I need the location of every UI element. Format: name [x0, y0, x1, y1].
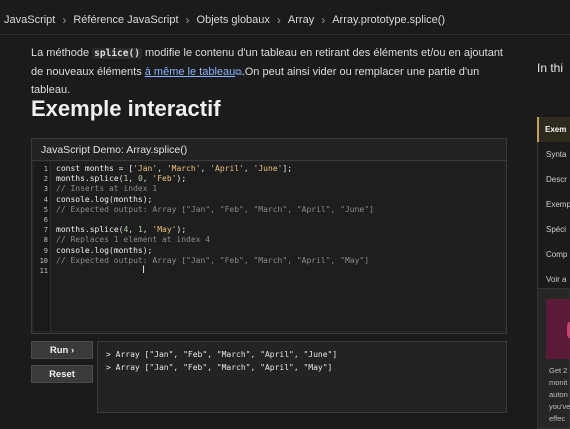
- chevron-right-icon: ›: [62, 13, 67, 27]
- text-cursor-icon: I: [142, 264, 146, 276]
- inline-link[interactable]: à même le tableau: [145, 66, 236, 78]
- code-line: const months = ['Jan', 'March', 'April',…: [56, 164, 293, 173]
- toc-item-syntax[interactable]: Synta: [538, 142, 570, 167]
- sidebar-ad[interactable]: Get 2 monit auton you've effec: [537, 288, 570, 429]
- section-heading: Exemple interactif: [31, 96, 221, 121]
- reset-button[interactable]: Reset: [31, 365, 93, 383]
- inline-code: splice(): [92, 48, 142, 59]
- code-line: // Expected output: Array ["Jan", "Feb",…: [56, 255, 370, 265]
- line-number: 11: [39, 266, 48, 275]
- line-number: 7: [43, 226, 48, 235]
- toc-item-compatibility[interactable]: Comp: [538, 242, 570, 267]
- breadcrumb-link-javascript[interactable]: JavaScript: [4, 14, 55, 26]
- toc-title: In thi: [537, 61, 564, 75]
- intro-text: La méthode: [31, 47, 93, 59]
- breadcrumb-link-reference[interactable]: Référence JavaScript: [73, 14, 178, 26]
- ad-text: Get 2 monit auton you've effec: [549, 366, 570, 423]
- line-number: 9: [43, 246, 48, 255]
- toc-item-example[interactable]: Exem: [537, 117, 570, 142]
- table-of-contents: Exem Synta Descr Exemp Spéci Comp Voir a: [537, 117, 570, 292]
- line-number: 4: [43, 195, 48, 204]
- line-number-gutter: 1 2 3 4 5 6 7 8 9 10 11: [34, 162, 51, 331]
- code-content[interactable]: const months = ['Jan', 'March', 'April',…: [56, 164, 504, 276]
- code-line: months.splice(4, 1, 'May');: [56, 225, 187, 235]
- toc-item-description[interactable]: Descr: [538, 167, 570, 192]
- chevron-right-icon: ›: [321, 13, 326, 27]
- line-number: 8: [43, 236, 48, 245]
- code-editor[interactable]: 1 2 3 4 5 6 7 8 9 10 11 const months = ['Jan', 'Ma…: [34, 162, 504, 331]
- demo-title: JavaScript Demo: Array.splice(): [32, 139, 506, 161]
- chevron-right-icon: ›: [185, 13, 190, 27]
- code-line: // Expected output: Array ["Jan", "Feb",…: [56, 204, 374, 214]
- interactive-demo: JavaScript Demo: Array.splice() 1 23456 78…: [31, 138, 507, 334]
- code-line: // Replaces 1 element at index 4: [56, 235, 211, 245]
- line-number: 2: [43, 175, 48, 184]
- line-number: 10: [39, 256, 48, 265]
- header-divider: [0, 34, 570, 35]
- breadcrumb-link-global-objects[interactable]: Objets globaux: [197, 14, 270, 26]
- breadcrumb-link-array[interactable]: Array: [288, 14, 314, 26]
- code-line: // Inserts at index 1: [56, 184, 158, 194]
- intro-paragraph: La méthode splice() modifie le contenu d…: [31, 44, 511, 99]
- line-number: 5: [43, 205, 48, 214]
- code-line: console.log(months);: [56, 245, 153, 255]
- console-output: > Array ["Jan", "Feb", "March", "April",…: [97, 341, 507, 413]
- toc-item-specifications[interactable]: Spéci: [538, 217, 570, 242]
- breadcrumb-link-splice[interactable]: Array.prototype.splice(): [332, 14, 445, 26]
- toc-item-examples[interactable]: Exemp: [538, 192, 570, 217]
- right-sidebar: In thi Exem Synta Descr Exemp Spéci Comp…: [520, 35, 570, 429]
- line-number: 6: [43, 215, 48, 224]
- console-line: > Array ["Jan", "Feb", "March", "April",…: [106, 350, 338, 359]
- code-line: console.log(months);: [56, 194, 153, 204]
- line-number: 1: [43, 165, 48, 173]
- console-line: > Array ["Jan", "Feb", "March", "April",…: [106, 363, 333, 372]
- code-line: months.splice(1, 0, 'Feb');: [56, 174, 187, 184]
- line-number: 3: [43, 185, 48, 194]
- run-button[interactable]: Run ›: [31, 341, 93, 359]
- ad-image: [546, 299, 570, 359]
- chevron-right-icon: ›: [276, 13, 281, 27]
